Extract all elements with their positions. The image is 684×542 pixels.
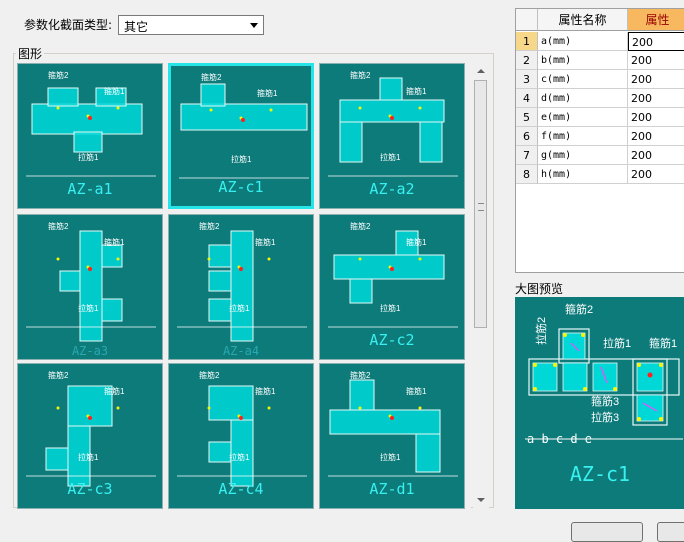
- col-header-name[interactable]: 属性名称: [538, 9, 628, 31]
- gallery-item-az-c3[interactable]: 箍筋2 箍筋1 拉筋1 AZ-c3: [17, 363, 163, 509]
- preview-label-lajin1: 拉筋1: [603, 336, 631, 350]
- svg-text:箍筋2: 箍筋2: [350, 221, 371, 231]
- svg-text:箍筋2: 箍筋2: [350, 370, 371, 380]
- table-cell-value[interactable]: 200: [628, 127, 684, 146]
- gallery-item-az-a4[interactable]: 箍筋2 箍筋1 拉筋1 AZ-a4: [168, 214, 314, 360]
- preview-label-lajin3: 拉筋3: [591, 410, 619, 424]
- svg-text:箍筋1: 箍筋1: [104, 386, 125, 396]
- gallery-item-az-d1[interactable]: 箍筋2 箍筋1 拉筋1 AZ-d1: [319, 363, 465, 509]
- gallery-item-caption: AZ-c3: [67, 480, 113, 498]
- table-row-number[interactable]: 8: [516, 165, 538, 184]
- scroll-thumb[interactable]: [474, 80, 487, 328]
- svg-text:箍筋2: 箍筋2: [48, 70, 69, 80]
- preview-label-gujin2: 箍筋2: [565, 302, 593, 316]
- gallery-title: 图形: [16, 45, 45, 62]
- svg-text:拉筋1: 拉筋1: [231, 154, 252, 164]
- svg-text:箍筋2: 箍筋2: [201, 72, 222, 82]
- gallery-item-az-a3[interactable]: 箍筋2 箍筋1 拉筋1 AZ-a3: [17, 214, 163, 360]
- table-cell-value[interactable]: 200: [628, 165, 684, 184]
- table-cell-name: a(mm): [538, 32, 628, 51]
- preview-label-gujin1: 箍筋1: [649, 336, 677, 350]
- table-cell-name: h(mm): [538, 165, 628, 184]
- section-type-select[interactable]: 其它: [118, 15, 264, 35]
- svg-text:箍筋1: 箍筋1: [255, 237, 276, 247]
- preview-label-gujin3: 箍筋3: [591, 394, 619, 408]
- svg-text:箍筋1: 箍筋1: [406, 386, 427, 396]
- section-type-label: 参数化截面类型:: [24, 18, 113, 32]
- gallery-item-caption: AZ-a1: [67, 180, 113, 198]
- table-row-number[interactable]: 2: [516, 51, 538, 70]
- table-row-number[interactable]: 6: [516, 127, 538, 146]
- svg-text:箍筋1: 箍筋1: [255, 386, 276, 396]
- table-row-number[interactable]: 1: [516, 32, 538, 51]
- gallery-item-az-a2[interactable]: 箍筋2 箍筋1 拉筋1 AZ-a2: [319, 63, 465, 209]
- table-cell-value[interactable]: 200: [628, 51, 684, 70]
- shape-drawing: 箍筋2 箍筋1 拉筋1: [26, 221, 156, 342]
- gallery-scrollbar[interactable]: [473, 63, 489, 508]
- preview-drawing: 箍筋2 拉筋2 拉筋1 箍筋1 箍筋3 拉筋3 a b c d e AZ-c1: [525, 302, 683, 486]
- table-row-number[interactable]: 4: [516, 89, 538, 108]
- table-cell-value[interactable]: 200: [628, 89, 684, 108]
- preview-panel: 箍筋2 拉筋2 拉筋1 箍筋1 箍筋3 拉筋3 a b c d e AZ-c1: [515, 297, 684, 509]
- table-cell-value[interactable]: 200: [628, 146, 684, 165]
- gallery-item-caption: AZ-a2: [369, 180, 415, 198]
- svg-text:箍筋1: 箍筋1: [104, 86, 125, 96]
- col-header-value[interactable]: 属性: [628, 9, 684, 31]
- svg-text:箍筋1: 箍筋1: [406, 86, 427, 96]
- table-cell-value[interactable]: 200: [628, 70, 684, 89]
- svg-text:拉筋1: 拉筋1: [78, 303, 99, 313]
- table-row-number[interactable]: 3: [516, 70, 538, 89]
- svg-text:拉筋1: 拉筋1: [78, 152, 99, 162]
- gallery-item-az-c2[interactable]: 箍筋2 箍筋1 拉筋1 AZ-c2: [319, 214, 465, 360]
- svg-text:拉筋1: 拉筋1: [380, 452, 401, 462]
- ok-button[interactable]: [571, 522, 643, 542]
- shape-gallery: 箍筋2 箍筋1 拉筋1 AZ-a1 箍筋2 箍筋1 拉筋1 AZ-c1 箍筋2 箍筋1 拉筋1 AZ-…: [17, 63, 471, 509]
- svg-text:箍筋1: 箍筋1: [406, 237, 427, 247]
- svg-text:箍筋2: 箍筋2: [48, 221, 69, 231]
- gallery-item-az-a1[interactable]: 箍筋2 箍筋1 拉筋1 AZ-a1: [17, 63, 163, 209]
- gallery-item-caption: AZ-a3: [71, 344, 109, 358]
- section-type-value: 其它: [124, 20, 149, 34]
- gallery-item-caption: AZ-d1: [369, 480, 415, 498]
- svg-text:拉筋1: 拉筋1: [229, 452, 250, 462]
- table-cell-name: d(mm): [538, 89, 628, 108]
- gallery-item-caption: AZ-c1: [218, 178, 264, 196]
- svg-text:箍筋2: 箍筋2: [199, 221, 220, 231]
- table-cell-value[interactable]: 200: [628, 32, 684, 51]
- shape-drawing: 箍筋2 箍筋1 拉筋1: [177, 221, 307, 342]
- svg-text:箍筋2: 箍筋2: [48, 370, 69, 380]
- chevron-down-icon[interactable]: [246, 16, 263, 34]
- property-table: 属性名称 属性 1 a(mm) 200 2 b(mm) 200 3 c(mm) 200 4 d(mm…: [515, 8, 684, 273]
- gallery-item-az-c4[interactable]: 箍筋2 箍筋1 拉筋1 AZ-c4: [168, 363, 314, 509]
- table-cell-name: e(mm): [538, 108, 628, 127]
- table-cell-name: c(mm): [538, 70, 628, 89]
- table-cell-value[interactable]: 200: [628, 108, 684, 127]
- svg-text:拉筋1: 拉筋1: [380, 152, 401, 162]
- gallery-item-caption: AZ-c4: [218, 480, 264, 498]
- preview-caption: AZ-c1: [570, 462, 630, 486]
- svg-text:箍筋2: 箍筋2: [350, 70, 371, 80]
- svg-text:拉筋1: 拉筋1: [380, 303, 401, 313]
- svg-text:箍筋2: 箍筋2: [199, 370, 220, 380]
- table-row-number[interactable]: 5: [516, 108, 538, 127]
- cancel-button[interactable]: [657, 522, 684, 542]
- scroll-down-icon[interactable]: [473, 492, 489, 508]
- gallery-item-az-c1[interactable]: 箍筋2 箍筋1 拉筋1 AZ-c1: [168, 63, 314, 209]
- table-cell-name: f(mm): [538, 127, 628, 146]
- svg-text:箍筋1: 箍筋1: [257, 88, 278, 98]
- table-row-number[interactable]: 7: [516, 146, 538, 165]
- gallery-item-caption: AZ-a4: [222, 344, 260, 358]
- svg-text:拉筋1: 拉筋1: [78, 452, 99, 462]
- preview-title: 大图预览: [515, 282, 564, 296]
- svg-text:箍筋1: 箍筋1: [104, 237, 125, 247]
- preview-label-lajin2: 拉筋2: [534, 317, 548, 345]
- table-cell-name: b(mm): [538, 51, 628, 70]
- table-corner: [516, 9, 538, 31]
- table-cell-name: g(mm): [538, 146, 628, 165]
- preview-dimensions: a b c d e: [527, 432, 592, 446]
- grip-icon: [478, 203, 484, 211]
- scroll-up-icon[interactable]: [473, 63, 489, 79]
- gallery-item-caption: AZ-c2: [369, 331, 415, 349]
- svg-text:拉筋1: 拉筋1: [229, 303, 250, 313]
